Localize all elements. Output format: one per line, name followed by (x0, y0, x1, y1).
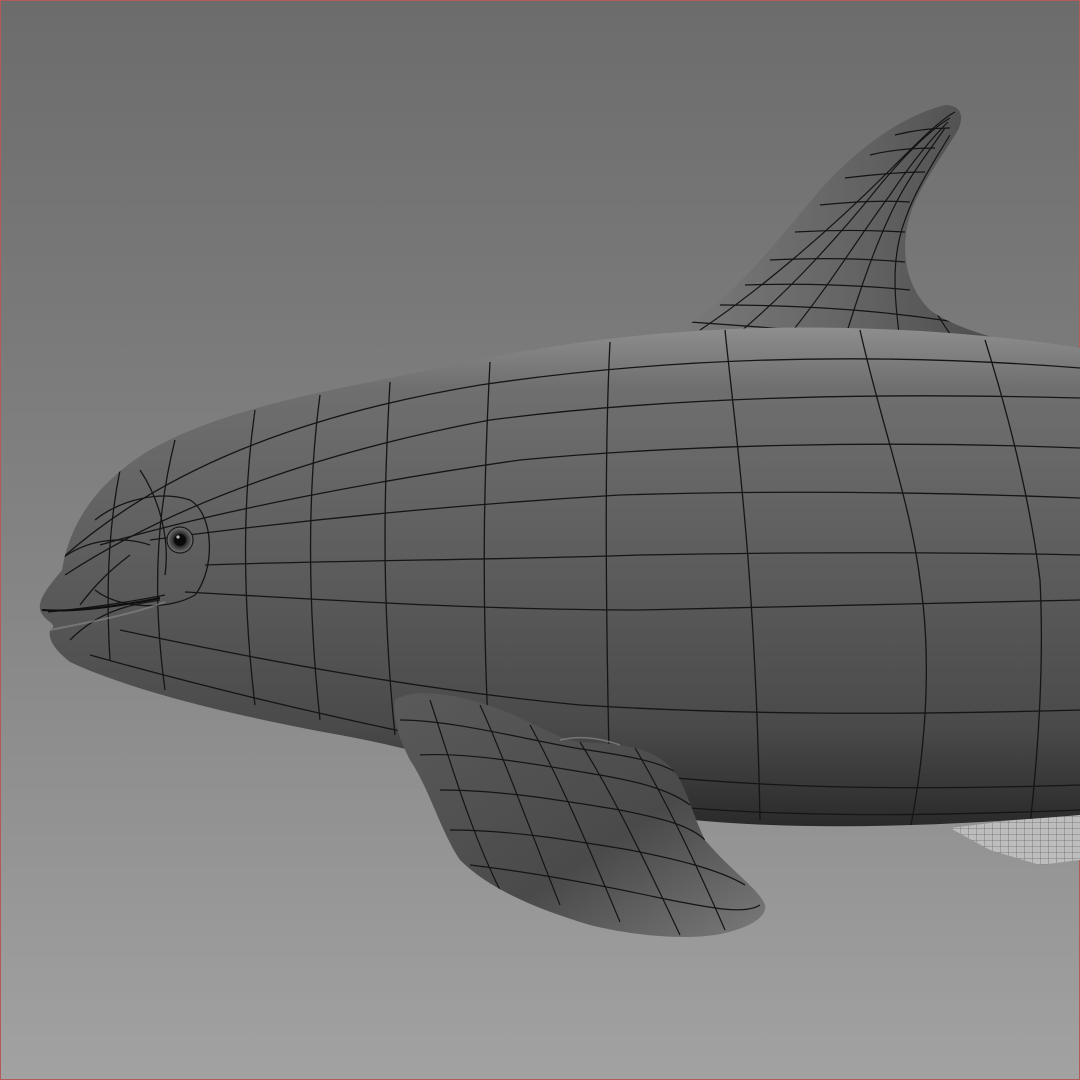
viewport-canvas[interactable] (0, 0, 1080, 1080)
3d-viewport[interactable] (0, 0, 1080, 1080)
eye (166, 526, 194, 554)
